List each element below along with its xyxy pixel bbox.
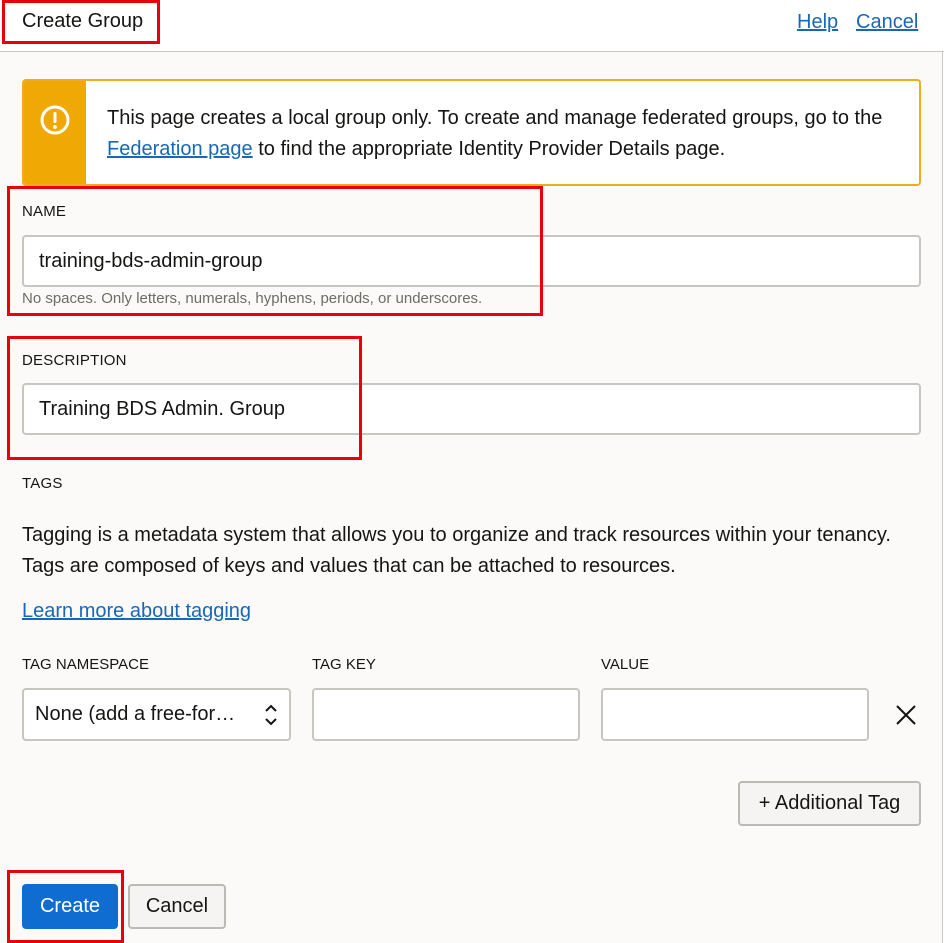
tag-namespace-select[interactable]: None (add a free-for…	[22, 688, 291, 741]
cancel-button[interactable]: Cancel	[128, 884, 226, 929]
description-label: DESCRIPTION	[22, 352, 127, 369]
name-label: NAME	[22, 203, 67, 220]
tag-namespace-label: TAG NAMESPACE	[22, 656, 149, 673]
tag-key-label: TAG KEY	[312, 656, 376, 673]
create-button[interactable]: Create	[22, 884, 118, 929]
name-input[interactable]	[22, 235, 921, 287]
banner-accent	[24, 81, 86, 184]
learn-more-tagging-link[interactable]: Learn more about tagging	[22, 600, 251, 623]
description-input[interactable]	[22, 383, 921, 435]
tag-namespace-selected: None (add a free-for…	[35, 703, 236, 725]
help-link[interactable]: Help	[797, 11, 838, 34]
banner-message: This page creates a local group only. To…	[107, 103, 897, 165]
header-cancel-link[interactable]: Cancel	[856, 11, 918, 34]
warning-circle-icon	[40, 105, 70, 135]
additional-tag-button[interactable]: + Additional Tag	[738, 781, 921, 826]
info-banner: This page creates a local group only. To…	[22, 79, 921, 186]
tag-key-input[interactable]	[312, 688, 580, 741]
tag-value-label: VALUE	[601, 656, 650, 673]
tags-description: Tagging is a metadata system that allows…	[22, 524, 891, 577]
tags-heading: TAGS	[22, 475, 63, 492]
banner-text-before: This page creates a local group only. To…	[107, 107, 883, 129]
title-highlight	[2, 0, 160, 44]
select-arrows-icon	[265, 704, 277, 726]
tag-value-input[interactable]	[601, 688, 869, 741]
close-icon[interactable]	[894, 703, 918, 727]
federation-page-link[interactable]: Federation page	[107, 138, 253, 160]
name-help-text: No spaces. Only letters, numerals, hyphe…	[22, 290, 483, 307]
banner-text-after: to find the appropriate Identity Provide…	[252, 138, 726, 160]
